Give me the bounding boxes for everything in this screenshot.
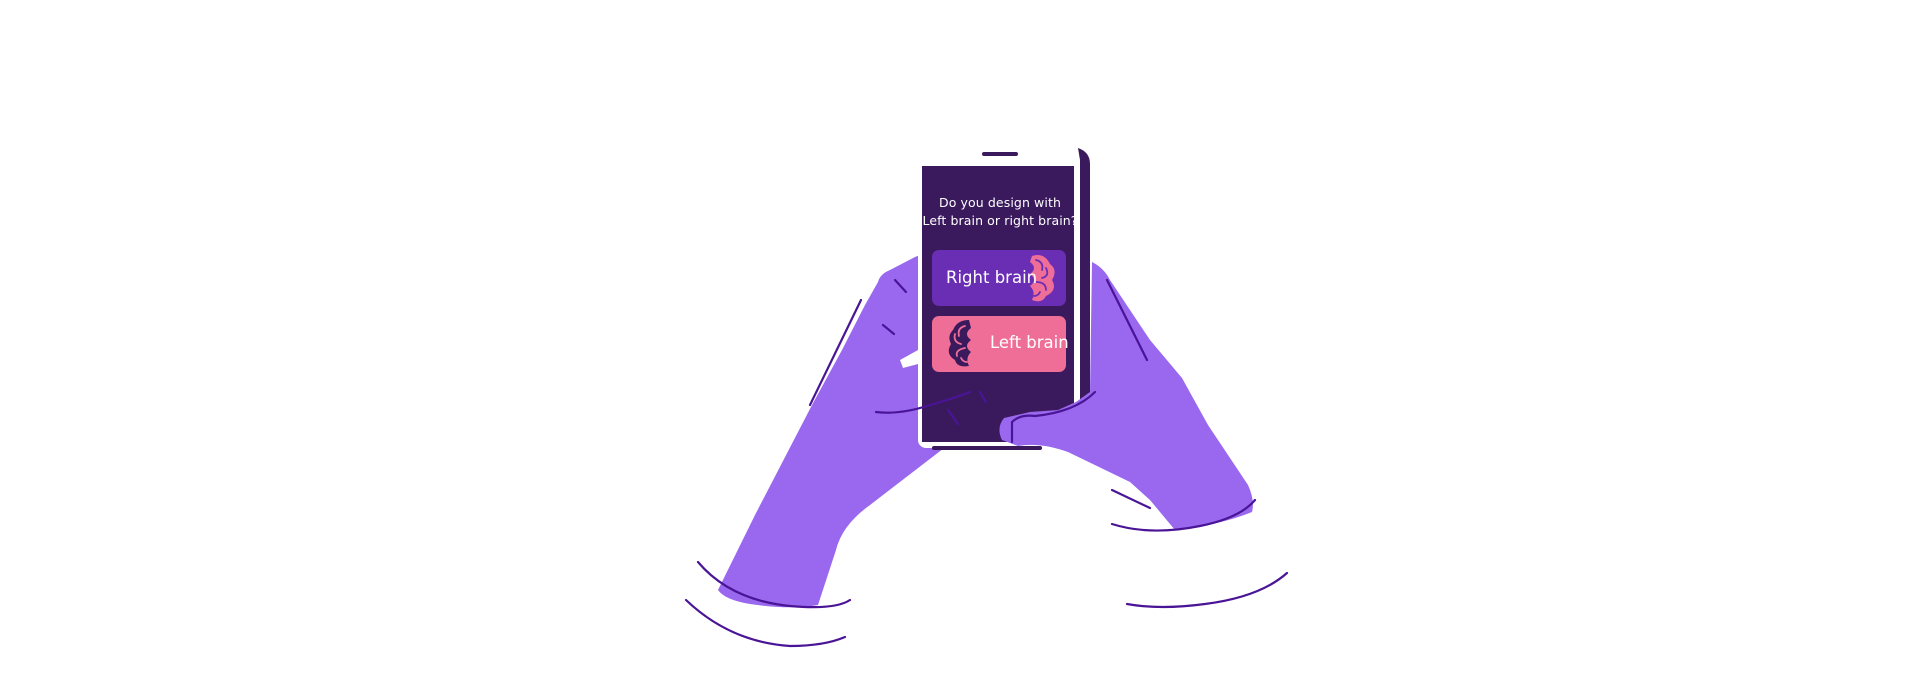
hands-holding-phone-illustration (684, 148, 1289, 648)
right-brain-label[interactable]: Right brain (946, 268, 1037, 287)
right-cuff-lower (1125, 571, 1289, 609)
phone-speaker (982, 152, 1018, 156)
question-line-2: Left brain or right brain? (922, 213, 1078, 228)
illustration-scene: Do you design with Left brain or right b… (0, 0, 1920, 683)
question-line-1: Do you design with (939, 195, 1061, 210)
question-text: Do you design with Left brain or right b… (922, 194, 1078, 230)
left-brain-label[interactable]: Left brain (990, 333, 1069, 352)
phone-bottom-edge (932, 446, 1042, 450)
